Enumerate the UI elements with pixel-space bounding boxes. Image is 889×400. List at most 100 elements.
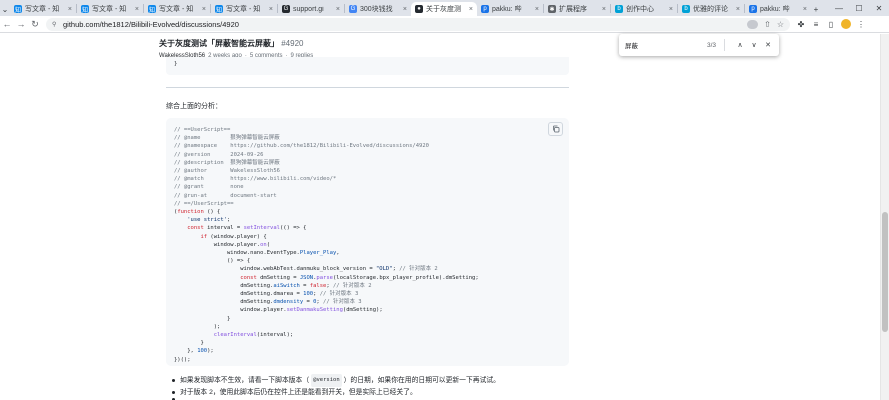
minimize-icon[interactable]: — bbox=[829, 4, 849, 13]
find-next-icon[interactable]: ∨ bbox=[749, 41, 759, 49]
profile-avatar[interactable] bbox=[841, 19, 851, 29]
code-token: ; bbox=[313, 291, 320, 298]
tab-close-icon[interactable]: × bbox=[202, 6, 206, 13]
browser-toolbar: ← → ↻ ⚲ github.com/the1812/Bilibili-Evol… bbox=[0, 16, 889, 33]
code-token: ; bbox=[227, 217, 231, 224]
code-token: on bbox=[260, 241, 267, 248]
find-input[interactable]: 屏蔽 bbox=[625, 40, 707, 50]
code-token: () => { bbox=[174, 258, 251, 265]
tab-label: 扩展程序 bbox=[559, 6, 587, 13]
browser-tab[interactable]: p pakku: 哔 × bbox=[745, 2, 811, 16]
copy-code-button[interactable] bbox=[548, 122, 563, 136]
code-line: }, 100); bbox=[174, 347, 569, 355]
scrollbar-thumb[interactable] bbox=[882, 212, 888, 332]
tab-favicon-icon: p bbox=[749, 5, 757, 13]
discussion-title: 关于灰度测试「屏蔽智能云屏蔽」 #4920 bbox=[159, 38, 313, 49]
code-token: // @grant none bbox=[174, 184, 244, 191]
code-line: () => { bbox=[174, 257, 569, 265]
back-icon[interactable]: ← bbox=[0, 19, 14, 29]
code-token: // @name 狠狗弹幕智能云屏蔽 bbox=[174, 135, 280, 142]
code-line: // ==UserScript== bbox=[174, 126, 569, 134]
browser-tab[interactable]: 知写文章 - 知 × bbox=[211, 2, 277, 16]
code-line: // @description 狠狗弹幕智能云屏蔽 bbox=[174, 159, 569, 167]
analysis-paragraph: 综合上面的分析： bbox=[166, 103, 222, 110]
browser-tab[interactable]: G 300块钱找 × bbox=[345, 2, 411, 16]
browser-tab[interactable]: ● 关于灰度测 × bbox=[411, 2, 477, 16]
code-token: clearInterval bbox=[213, 332, 257, 339]
tab-close-icon[interactable]: × bbox=[803, 6, 807, 13]
code-token: 100 bbox=[197, 348, 208, 355]
code-token: dmSetting. bbox=[174, 299, 274, 306]
download-icon[interactable] bbox=[747, 19, 759, 29]
browser-tab[interactable]: Gsupport.gi × bbox=[278, 2, 344, 16]
close-window-icon[interactable]: ✕ bbox=[869, 4, 889, 13]
code-token: // 针对版本 2 bbox=[332, 282, 372, 289]
tab-close-icon[interactable]: × bbox=[469, 6, 473, 13]
side-panel-icon[interactable]: ▯ bbox=[826, 20, 836, 29]
tab-close-icon[interactable]: × bbox=[736, 6, 740, 13]
code-token: , bbox=[336, 250, 340, 257]
browser-tab[interactable]: 知写文章 - 知 × bbox=[144, 2, 210, 16]
code-line: // @namespace https://github.com/the1812… bbox=[174, 142, 569, 150]
code-line: // @version 2024-09-26 bbox=[174, 151, 569, 159]
code-token: aiSwitch bbox=[273, 282, 300, 289]
code-line: 'use strict'; bbox=[174, 216, 569, 224]
code-token: ); bbox=[174, 323, 221, 330]
site-info-icon[interactable]: ⚲ bbox=[52, 21, 59, 28]
bullet-dot bbox=[172, 379, 175, 382]
tab-close-icon[interactable]: × bbox=[68, 6, 72, 13]
code-token: // 针对版本 3 bbox=[319, 291, 359, 298]
media-control-icon[interactable]: ≡ bbox=[811, 20, 821, 29]
tab-favicon-icon: b bbox=[615, 5, 623, 13]
code-token: // ==UserScript== bbox=[174, 127, 231, 133]
code-token: Player_Play bbox=[299, 250, 337, 257]
tab-close-icon[interactable]: × bbox=[602, 6, 606, 13]
tab-close-icon[interactable]: × bbox=[535, 6, 539, 13]
browser-tab[interactable]: p pakku: 哔 × bbox=[477, 2, 543, 16]
find-previous-icon[interactable]: ∧ bbox=[735, 41, 745, 49]
code-token: () { bbox=[203, 209, 221, 216]
browser-tab[interactable]: b 优雅的评论 × bbox=[678, 2, 744, 16]
tab-search-chevron-icon[interactable]: ⌄ bbox=[0, 2, 10, 16]
code-token: // @match https://www.bilibili.com/video… bbox=[174, 176, 337, 183]
maximize-icon[interactable]: ☐ bbox=[849, 4, 869, 13]
tab-close-icon[interactable]: × bbox=[269, 6, 273, 13]
code-token: JSON bbox=[299, 274, 314, 281]
tab-favicon-icon: b bbox=[682, 5, 690, 13]
tab-label: pakku: 哔 bbox=[492, 6, 522, 13]
menu-kebab-icon[interactable]: ⋮ bbox=[856, 20, 866, 29]
tab-close-icon[interactable]: × bbox=[669, 6, 673, 13]
tab-close-icon[interactable]: × bbox=[336, 6, 340, 13]
extensions-puzzle-icon[interactable]: ✤ bbox=[796, 20, 806, 29]
code-line: const dmSetting = JSON.parse(localStorag… bbox=[174, 274, 569, 282]
page-scrollbar[interactable] bbox=[880, 34, 889, 400]
code-token: ); bbox=[207, 348, 214, 355]
list-item-text: 对于版本 2，使用此脚本后仍在控件上还是能看到开关，但是实际上已经关了。 bbox=[180, 389, 417, 396]
tab-close-icon[interactable]: × bbox=[403, 6, 407, 13]
tab-label: 写文章 - 知 bbox=[92, 6, 127, 13]
url-text[interactable]: github.com/the1812/Bilibili-Evolved/disc… bbox=[63, 20, 239, 29]
code-line: const interval = setInterval(() => { bbox=[174, 224, 569, 232]
code-token: const bbox=[187, 225, 204, 232]
reload-icon[interactable]: ↻ bbox=[28, 19, 42, 30]
tab-close-icon[interactable]: × bbox=[135, 6, 139, 13]
code-token: function bbox=[177, 209, 204, 216]
code-line: } bbox=[174, 315, 569, 323]
share-icon[interactable]: ⇧ bbox=[764, 20, 771, 29]
new-tab-button[interactable]: + bbox=[811, 2, 821, 16]
code-token: dmdensity bbox=[273, 299, 304, 306]
bookmark-star-icon[interactable]: ☆ bbox=[777, 20, 784, 29]
code-line: dmSetting.aiSwitch = false; // 针对版本 2 bbox=[174, 282, 569, 290]
tab-favicon-icon: ✱ bbox=[548, 5, 556, 13]
code-token: window.webAbTest.danmuku_block_version = bbox=[174, 266, 376, 273]
browser-tab[interactable]: 知写文章 - 知 × bbox=[77, 2, 143, 16]
find-close-icon[interactable]: ✕ bbox=[763, 41, 773, 49]
address-bar[interactable]: ⚲ github.com/the1812/Bilibili-Evolved/di… bbox=[46, 17, 790, 31]
browser-tab[interactable]: 知写文章 - 知 × bbox=[10, 2, 76, 16]
browser-tab[interactable]: b 创作中心 × bbox=[611, 2, 677, 16]
browser-tab[interactable]: ✱ 扩展程序 × bbox=[544, 2, 610, 16]
forward-icon[interactable]: → bbox=[14, 19, 28, 29]
